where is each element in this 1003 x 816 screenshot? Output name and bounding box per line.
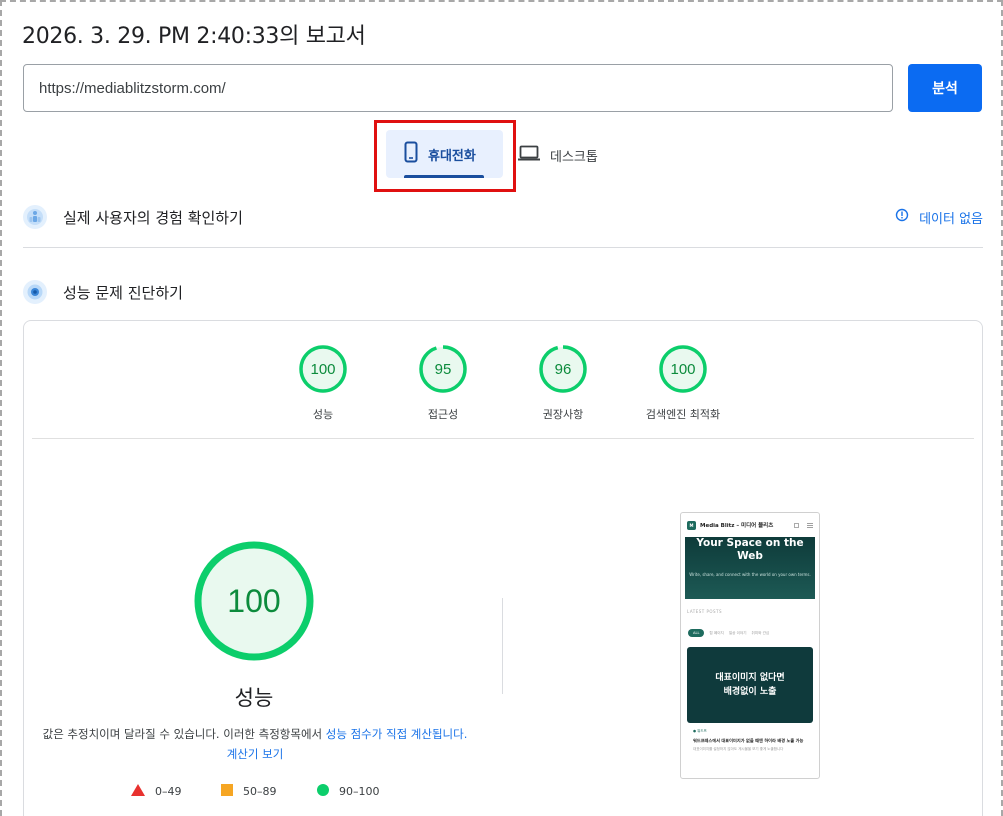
tab-mobile-label: 휴대전화 <box>428 148 476 164</box>
info-icon <box>895 208 909 226</box>
thumb-feature-line2: 배경없이 노출 <box>723 687 777 697</box>
section-divider <box>23 247 983 248</box>
legend-average: 50–89 <box>221 784 277 799</box>
laptop-icon <box>518 145 540 165</box>
gauge-score: 96 <box>554 360 572 378</box>
url-input[interactable]: https://mediablitzstorm.com/ <box>23 64 893 112</box>
final-screenshot-thumbnail[interactable]: M Media Blitz – 미디어 블리츠 Your Space on th… <box>680 512 820 779</box>
thumb-category-chips: ALL 탑 페이지 일상 이야기 취미와 관심 <box>688 629 819 637</box>
thumb-chip: 탑 페이지 <box>709 630 724 635</box>
no-data-label: 데이터 없음 <box>919 211 983 227</box>
gauge-label-best-practices: 권장사항 <box>542 408 584 421</box>
legend-pass-range: 90–100 <box>339 785 380 798</box>
legend-fail: 0–49 <box>131 784 182 799</box>
fail-triangle-icon <box>131 784 145 799</box>
performance-main-gauge: 100 <box>193 540 315 662</box>
gauge-score: 95 <box>434 360 452 378</box>
analyze-button[interactable]: 분석 <box>908 64 982 112</box>
performance-main-label: 성능 <box>234 686 274 710</box>
seo-gauge[interactable]: 100 <box>658 344 708 394</box>
gauge-score: 100 <box>310 360 336 378</box>
thumb-section-label: LATEST POSTS <box>687 609 723 614</box>
no-data-status: 데이터 없음 <box>895 208 983 227</box>
lab-data-title: 성능 문제 진단하기 <box>63 283 183 302</box>
site-logo-icon: M <box>687 520 696 530</box>
thumb-feature-line1: 대표이미지 없다면 <box>715 673 785 683</box>
score-calculation-link[interactable]: 성능 점수가 직접 계산됩니다 <box>326 727 464 741</box>
main-gauge-score: 100 <box>227 582 281 619</box>
thumb-chip: 취미와 관심 <box>751 630 770 635</box>
lab-data-section: 성능 문제 진단하기 <box>23 279 983 305</box>
accessibility-gauge[interactable]: 95 <box>418 344 468 394</box>
thumb-copy-icon <box>794 522 799 528</box>
tab-desktop-label: 데스크톱 <box>550 149 598 165</box>
tab-selected-indicator <box>404 175 484 178</box>
lab-diagnostics-icon <box>23 280 47 304</box>
tab-desktop[interactable]: 데스크톱 <box>518 138 598 172</box>
field-data-title: 실제 사용자의 경험 확인하기 <box>63 208 243 227</box>
thumb-nav: M Media Blitz – 미디어 블리츠 <box>681 513 819 537</box>
thumb-nav-icons <box>794 522 813 528</box>
field-data-section: 실제 사용자의 경험 확인하기 데이터 없음 <box>23 204 983 230</box>
smartphone-icon <box>404 141 418 167</box>
thumb-hero-title: Your Space on the Web <box>696 537 804 562</box>
tab-mobile[interactable]: 휴대전화 <box>386 130 503 178</box>
thumb-post-title: 워드프레스에서 대표이미지가 없을 때엔 하이라 배경 노출 가능 <box>693 738 804 743</box>
average-square-icon <box>221 784 233 799</box>
performance-description: 값은 추정치이며 달라질 수 있습니다. 이러한 측정항목에서 성능 점수가 직… <box>40 724 470 764</box>
gauge-label-accessibility: 접근성 <box>427 408 459 421</box>
gauge-score: 100 <box>670 360 696 378</box>
thumb-hero: Your Space on the Web Write, share, and … <box>685 537 815 599</box>
report-title: 2026. 3. 29. PM 2:40:33의 보고서 <box>22 24 366 49</box>
thumb-chip: 일상 이야기 <box>728 630 747 635</box>
vertical-divider <box>502 598 503 694</box>
legend-fail-range: 0–49 <box>155 785 182 798</box>
description-text: 값은 추정치이며 달라질 수 있습니다. 이러한 측정항목에서 <box>42 727 326 741</box>
thumb-post-category: ● 워드프 <box>693 729 707 733</box>
gauge-label-performance: 성능 <box>312 408 334 421</box>
gauge-label-seo: 검색엔진 최적화 <box>645 408 721 421</box>
performance-gauge[interactable]: 100 <box>298 344 348 394</box>
thumb-site-name: Media Blitz – 미디어 블리츠 <box>700 523 774 529</box>
gauges-divider <box>32 438 974 439</box>
legend-average-range: 50–89 <box>243 785 277 798</box>
thumb-post-excerpt: 대표이미지를 설정하지 않아도 게시물을 보기 좋게 노출합니다 <box>693 747 784 751</box>
thumb-feature-card: 대표이미지 없다면 배경없이 노출 <box>687 647 813 723</box>
thumb-menu-icon <box>807 522 813 528</box>
crux-users-icon <box>23 205 47 229</box>
thumb-hero-subtitle: Write, share, and connect with the world… <box>689 572 811 577</box>
best-practices-gauge[interactable]: 96 <box>538 344 588 394</box>
legend-pass: 90–100 <box>317 784 380 799</box>
thumb-chip: ALL <box>688 629 705 637</box>
pass-circle-icon <box>317 784 329 799</box>
